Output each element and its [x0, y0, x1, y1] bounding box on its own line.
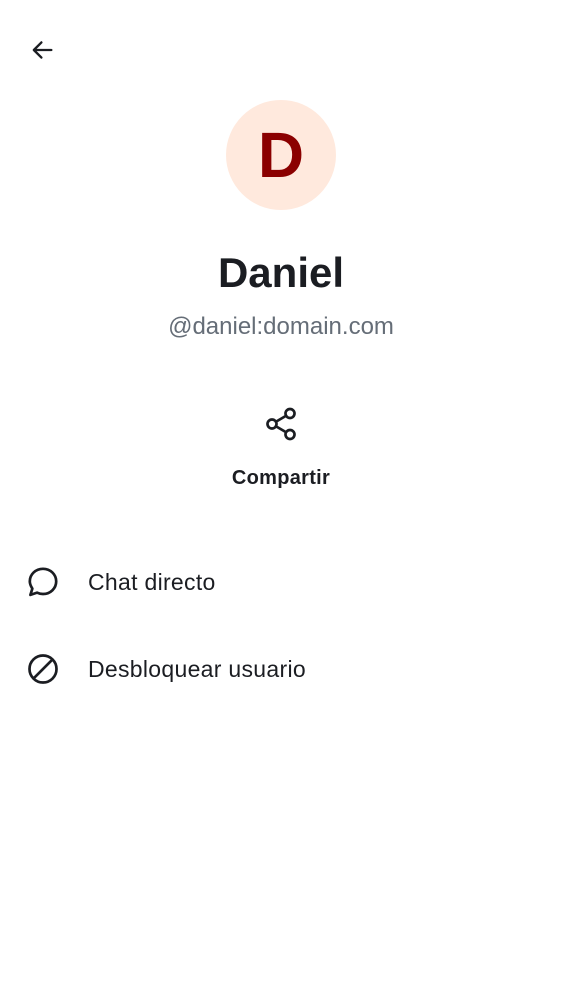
unblock-user-label: Desbloquear usuario: [88, 656, 306, 682]
share-icon: [266, 407, 296, 441]
share-button[interactable]: Compartir: [201, 398, 361, 498]
avatar[interactable]: D: [226, 100, 336, 210]
display-name: Daniel: [217, 249, 345, 296]
share-label: Compartir: [231, 467, 331, 489]
avatar-initial: D: [257, 119, 305, 191]
direct-chat-item[interactable]: Chat directo: [0, 546, 562, 618]
user-id: @daniel:domain.com: [168, 313, 394, 340]
direct-chat-label: Chat directo: [88, 569, 216, 595]
user-profile-screen: D Daniel @daniel:domain.com Compartir Ch…: [0, 0, 562, 1000]
chat-bubble-icon: [24, 563, 62, 601]
back-button[interactable]: [20, 28, 64, 72]
block-icon: [24, 650, 62, 688]
unblock-user-item[interactable]: Desbloquear usuario: [0, 633, 562, 705]
arrow-left-icon: [32, 41, 53, 59]
